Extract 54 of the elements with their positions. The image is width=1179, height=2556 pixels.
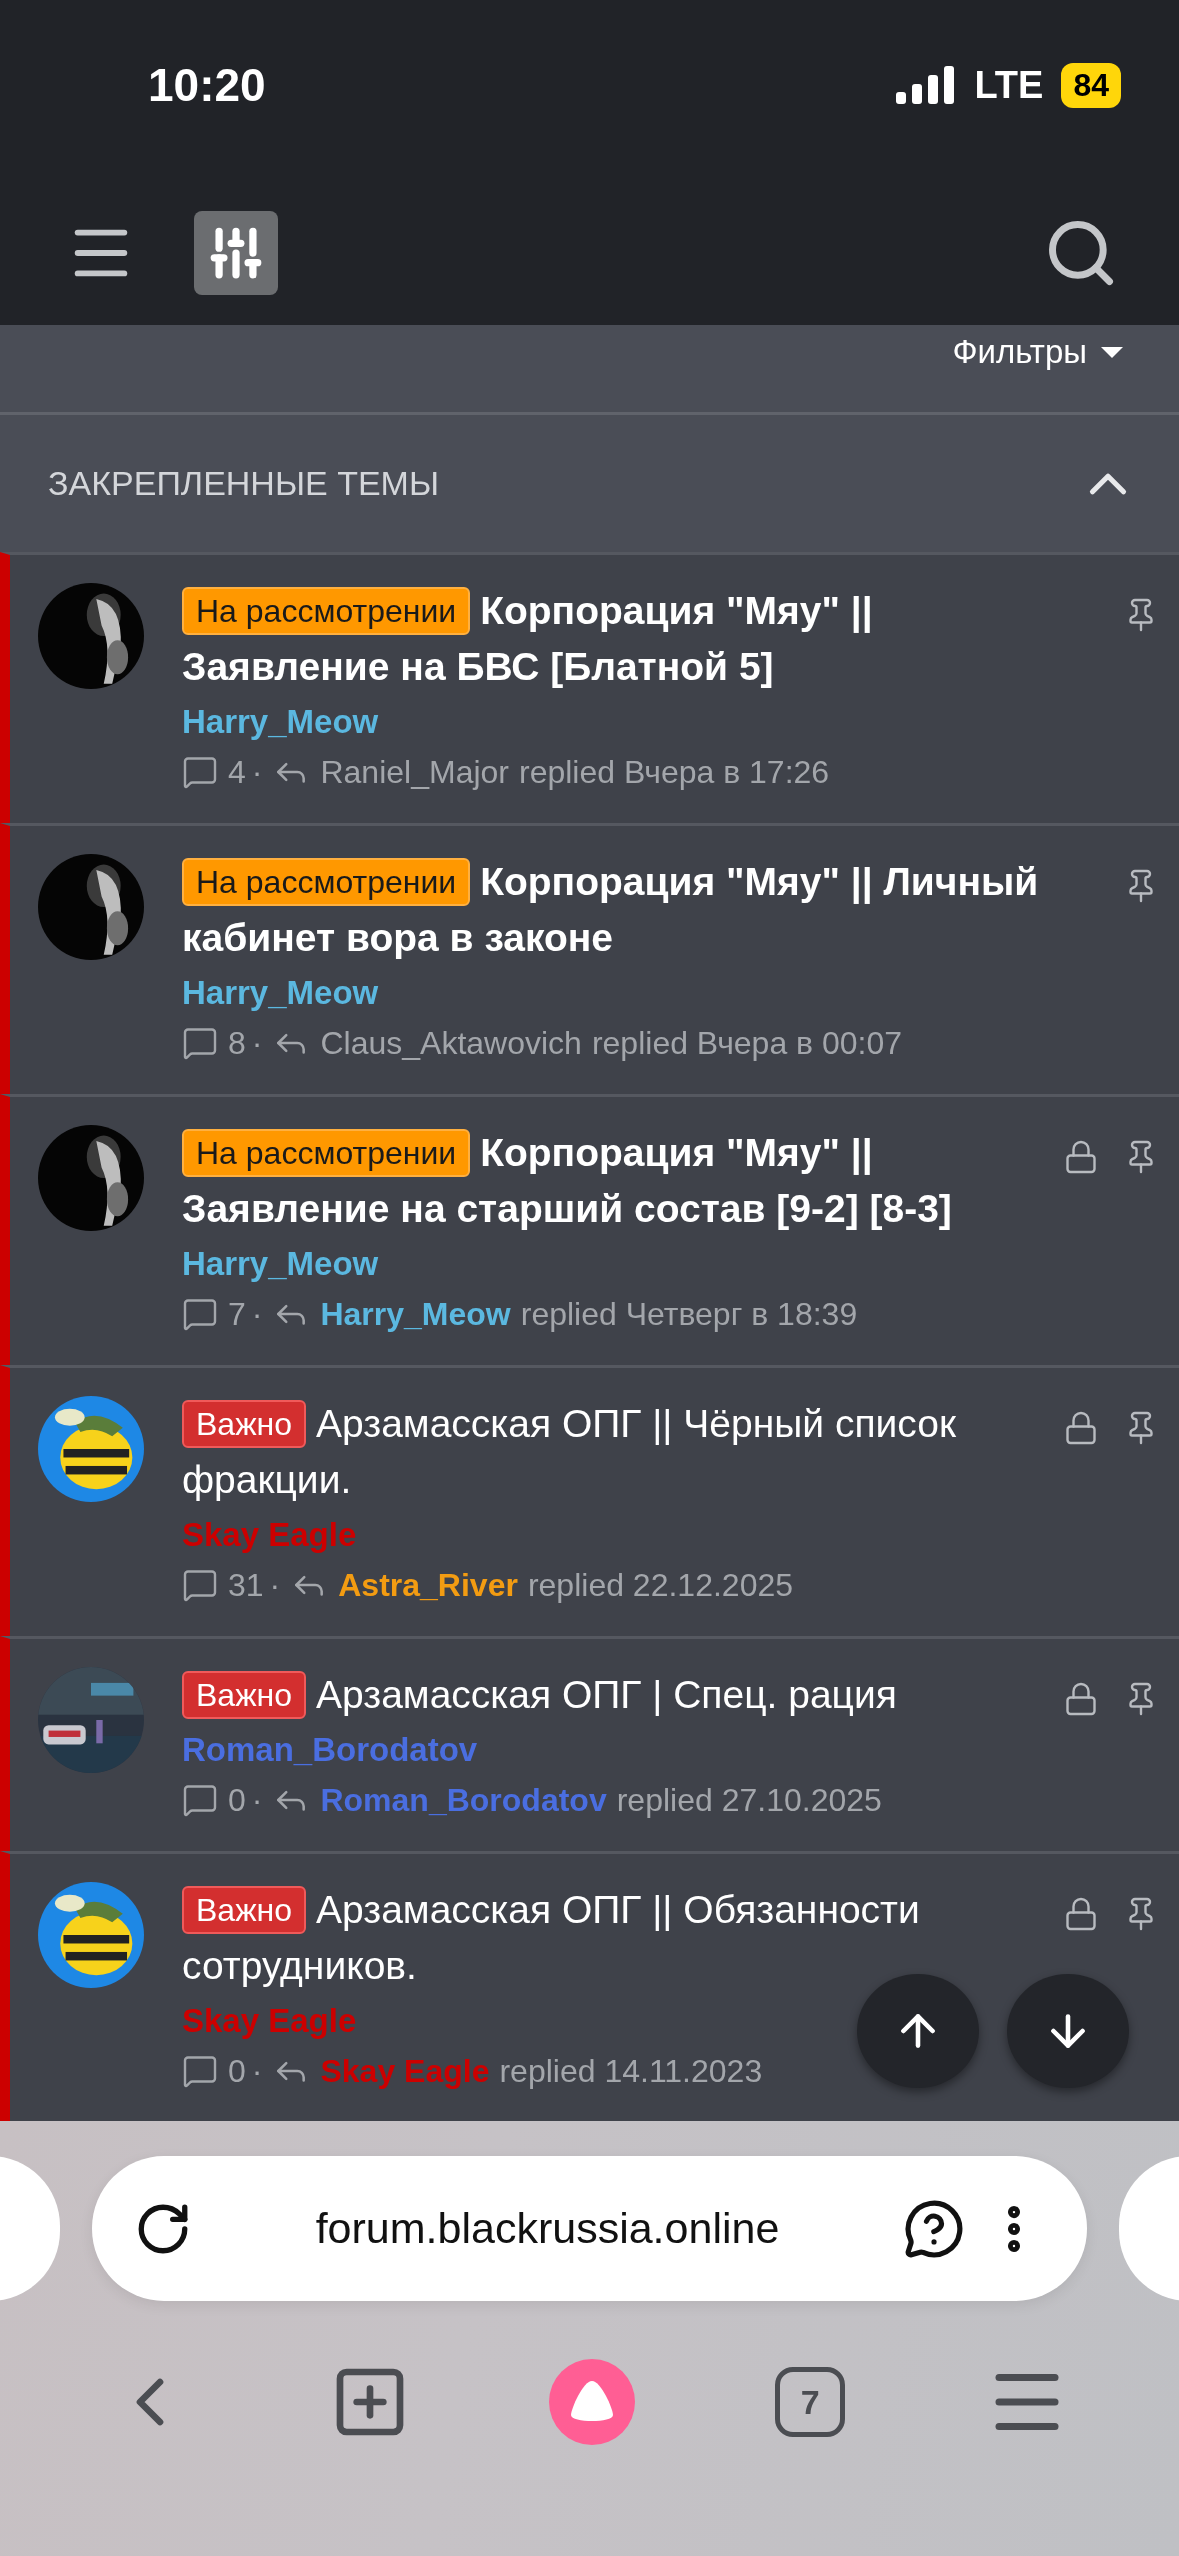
comment-icon xyxy=(182,1567,218,1603)
address-bar[interactable]: forum.blackrussia.online xyxy=(92,2156,1087,2301)
thread-title[interactable]: Важно Арзамасская ОПГ || Обязанности сотрудников. xyxy=(182,1882,1025,1994)
battery-level: 84 xyxy=(1061,62,1121,108)
prefix-badge[interactable]: Важно xyxy=(182,1886,306,1934)
last-poster-name[interactable]: Astra_River xyxy=(338,1562,518,1608)
thread-title[interactable]: На рассмотрении Корпорация "Мяу" || Личный кабинет вора в законе xyxy=(182,854,1085,966)
prefix-badge[interactable]: На рассмотрении xyxy=(182,1129,471,1177)
thread-title[interactable]: На рассмотрении Корпорация "Мяу" || Заявление на БВС [Блатной 5] xyxy=(182,583,1085,695)
reply-count: 7 xyxy=(228,1295,246,1334)
separator-dot: · xyxy=(269,1566,281,1605)
voice-assistant-icon[interactable] xyxy=(549,2359,636,2445)
comment-icon xyxy=(182,2053,218,2089)
prefix-badge[interactable]: На рассмотрении xyxy=(182,858,471,906)
comment-icon xyxy=(182,1025,218,1061)
filters-dropdown[interactable]: Фильтры xyxy=(952,333,1123,371)
reply-count: 0 xyxy=(228,1781,246,1820)
thread-title[interactable]: Важно Арзамасская ОПГ || Чёрный список фракции. xyxy=(182,1396,1025,1508)
prefix-badge[interactable]: Важно xyxy=(182,1671,306,1719)
comment-icon xyxy=(182,1296,218,1332)
reply-date: replied 14.11.2023 xyxy=(499,2052,763,2091)
separator-dot: · xyxy=(251,1295,263,1334)
filter-button[interactable] xyxy=(194,210,278,295)
prefix-badge[interactable]: На рассмотрении xyxy=(182,587,471,635)
reply-date: replied 22.12.2025 xyxy=(527,1566,793,1605)
reply-date: replied Четверг в 18:39 xyxy=(520,1295,858,1334)
last-poster-name[interactable]: Harry_Meow xyxy=(320,1291,511,1337)
reply-date: replied 27.10.2025 xyxy=(616,1781,882,1820)
reply-date: replied Вчера в 00:07 xyxy=(591,1024,903,1063)
thread-title[interactable]: На рассмотрении Корпорация "Мяу" || Заявление на старший состав [9-2] [8-3] xyxy=(182,1125,1025,1237)
network-label: LTE xyxy=(974,63,1044,107)
prefix-badge[interactable]: Важно xyxy=(182,1400,306,1448)
last-poster-name[interactable]: Claus_Aktawovich xyxy=(320,1020,582,1066)
separator-dot: · xyxy=(251,2052,263,2091)
reply-count: 0 xyxy=(228,2052,246,2091)
author-name[interactable]: Harry_Meow xyxy=(182,1241,379,1287)
reply-count: 8 xyxy=(228,1024,246,1063)
last-poster-name[interactable]: Raniel_Major xyxy=(320,749,509,795)
tab-count-button[interactable]: 7 xyxy=(775,2367,846,2437)
author-name[interactable]: Harry_Meow xyxy=(182,699,379,745)
separator-dot: · xyxy=(251,753,263,792)
clock-time: 10:20 xyxy=(148,58,266,112)
url-text[interactable]: forum.blackrussia.online xyxy=(212,2204,883,2253)
separator-dot: · xyxy=(251,1024,263,1063)
comment-icon xyxy=(182,754,218,790)
author-name[interactable]: Harry_Meow xyxy=(182,970,379,1016)
reply-date: replied Вчера в 17:26 xyxy=(519,753,830,792)
signal-icon xyxy=(896,66,957,104)
separator-dot: · xyxy=(251,1781,263,1820)
reply-count: 31 xyxy=(228,1566,264,1605)
section-title: ЗАКРЕПЛЕННЫЕ ТЕМЫ xyxy=(48,464,439,503)
thread-title[interactable]: Важно Арзамасская ОПГ | Спец. рация xyxy=(182,1667,1025,1723)
reply-count: 4 xyxy=(228,753,246,792)
comment-icon xyxy=(182,1782,218,1818)
